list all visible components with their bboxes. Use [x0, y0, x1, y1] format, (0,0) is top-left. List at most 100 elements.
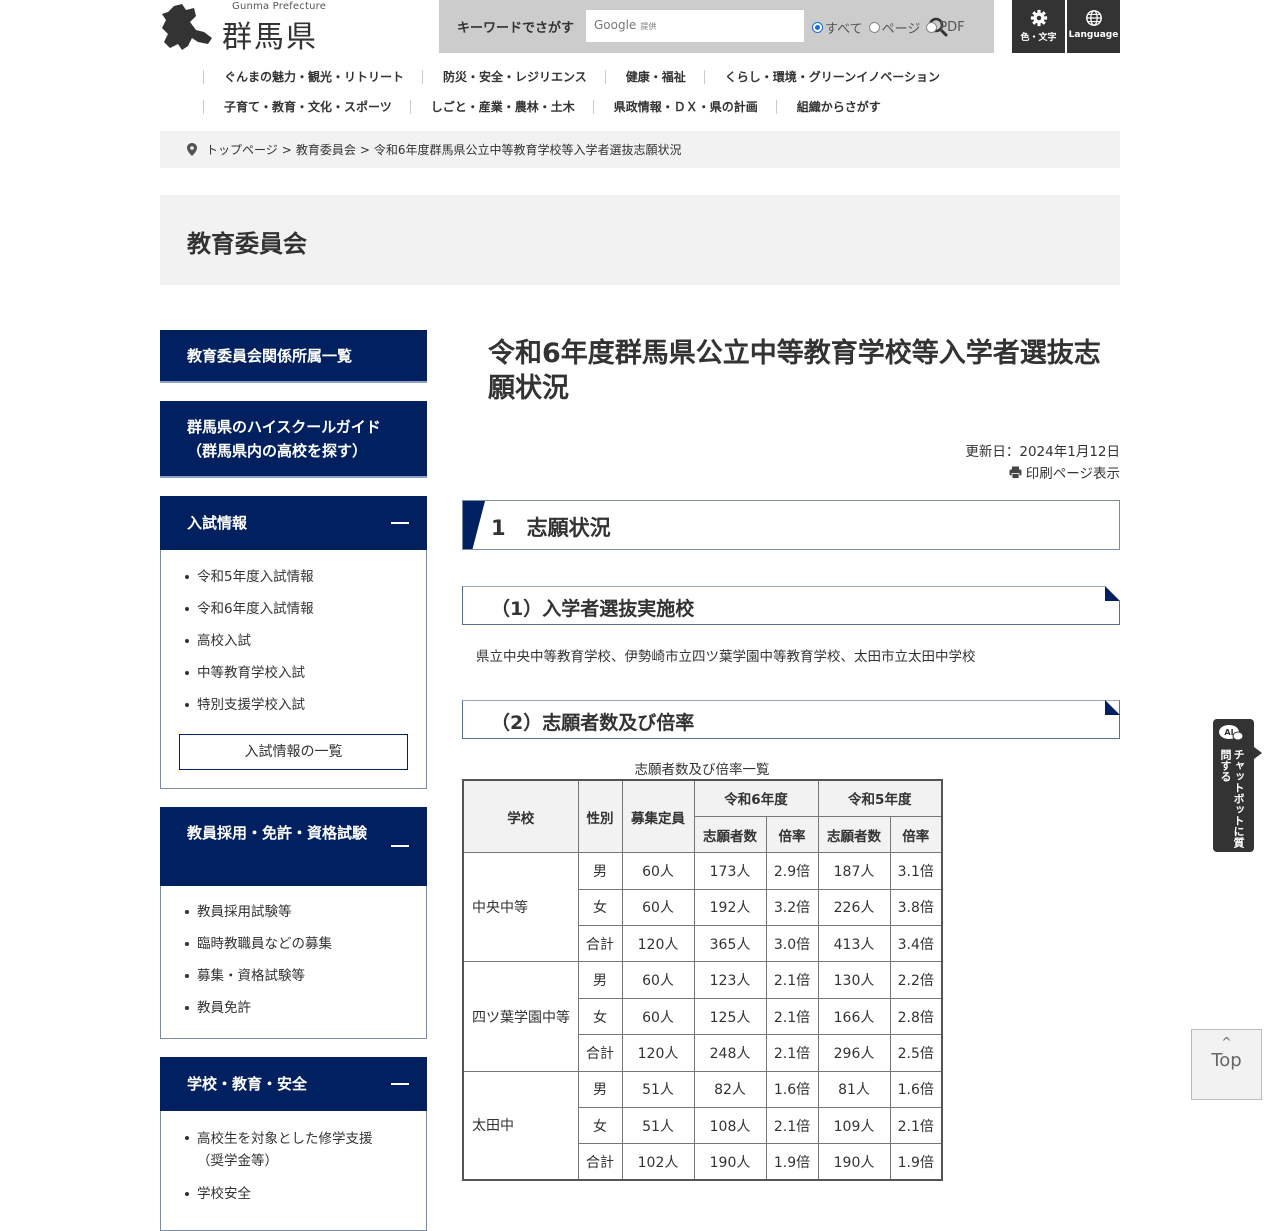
- breadcrumb-top[interactable]: トップページ: [206, 143, 278, 157]
- applicants-table: 学校 性別 募集定員 令和6年度 令和5年度 志願者数 倍率 志願者数 倍率 中…: [462, 779, 943, 1182]
- r5-ratio-cell: 2.1倍: [889, 1107, 943, 1145]
- r5-app-cell: 81人: [817, 1070, 891, 1109]
- gnav-item[interactable]: 防災・安全・レジリエンス: [422, 70, 605, 84]
- capacity-cell: 60人: [621, 852, 695, 890]
- r6-app-cell: 125人: [693, 997, 767, 1036]
- printer-icon: [1009, 466, 1022, 479]
- sidebar-item[interactable]: 高校生を対象とした修学支援（奨学金等）: [161, 1128, 396, 1172]
- th-gender: 性別: [577, 779, 623, 854]
- capacity-cell: 60人: [621, 961, 695, 999]
- r5-ratio-cell: 3.8倍: [889, 888, 943, 927]
- corner-accent: [1105, 700, 1120, 715]
- gnav-item[interactable]: 子育て・教育・文化・スポーツ: [203, 100, 410, 114]
- search-area: キーワードでさがす Google 提供 すべて ページ PDF: [439, 0, 994, 53]
- sidebar-item[interactable]: 令和5年度入試情報: [161, 567, 426, 587]
- th-r6: 令和6年度: [693, 779, 819, 817]
- capacity-cell: 51人: [621, 1070, 695, 1109]
- search-input[interactable]: Google 提供: [586, 10, 948, 42]
- language-button[interactable]: Language: [1067, 0, 1120, 53]
- r5-ratio-cell: 2.5倍: [889, 1034, 943, 1072]
- sidebar-section-school-body: 高校生を対象とした修学支援（奨学金等） 学校安全: [160, 1111, 427, 1231]
- sidebar-link-affiliates[interactable]: 教育委員会関係所属一覧: [160, 330, 427, 383]
- r6-ratio-cell: 2.1倍: [765, 997, 819, 1036]
- exam-info-list-button[interactable]: 入試情報の一覧: [179, 734, 408, 770]
- th-r5: 令和5年度: [817, 779, 943, 817]
- r6-ratio-cell: 2.9倍: [765, 852, 819, 890]
- gender-cell: 合計: [577, 1143, 623, 1181]
- corner-accent: [1105, 586, 1120, 601]
- radio-pdf[interactable]: PDF: [926, 20, 965, 35]
- table-row: 太田中男 51人 82人 1.6倍 81人 1.6倍: [462, 1070, 943, 1181]
- sidebar-item[interactable]: 学校安全: [161, 1184, 396, 1204]
- table-row: 中央中等男 60人 173人 2.9倍 187人 3.1倍: [462, 852, 943, 963]
- capacity-cell: 120人: [621, 1034, 695, 1072]
- sidebar-section-school-header[interactable]: 学校・教育・安全: [160, 1057, 427, 1111]
- gnav-item[interactable]: 県政情報・ＤＸ・県の計画: [592, 100, 776, 114]
- collapse-icon[interactable]: [391, 1083, 409, 1085]
- sidebar-item[interactable]: 募集・資格試験等: [161, 966, 426, 986]
- gnav-item[interactable]: 組織からさがす: [775, 100, 899, 114]
- chat-bubble-icon: AI: [1219, 725, 1244, 741]
- collapse-icon[interactable]: [391, 845, 409, 847]
- gnav-item[interactable]: ぐんまの魅力・観光・リトリート: [203, 70, 422, 84]
- sidebar-item[interactable]: 臨時教職員などの募集: [161, 934, 426, 954]
- r5-ratio-cell: 1.6倍: [889, 1070, 943, 1109]
- r5-app-cell: 130人: [817, 961, 891, 999]
- th-school: 学校: [462, 779, 579, 854]
- r6-ratio-cell: 3.2倍: [765, 888, 819, 927]
- search-label: キーワードでさがす: [457, 21, 575, 36]
- sidebar-item[interactable]: 教員免許: [161, 998, 426, 1018]
- th-r5-applicants: 志願者数: [817, 815, 891, 854]
- page-title: 令和6年度群馬県公立中等教育学校等入学者選抜志願状況: [488, 338, 1101, 404]
- sidebar-item[interactable]: 令和6年度入試情報: [161, 599, 426, 619]
- sidebar-item[interactable]: 特別支援学校入試: [161, 695, 426, 715]
- r6-ratio-cell: 3.0倍: [765, 925, 819, 963]
- gnav-item[interactable]: くらし・環境・グリーンイノベーション: [703, 70, 958, 84]
- sidebar-item[interactable]: 中等教育学校入試: [161, 663, 426, 683]
- back-to-top-button[interactable]: ^ Top: [1191, 1029, 1262, 1100]
- updated-date: 更新日：2024年1月12日: [965, 444, 1120, 460]
- radio-all[interactable]: すべて: [812, 18, 863, 37]
- r5-ratio-cell: 3.4倍: [889, 925, 943, 963]
- sidebar-section-exam-info-body: 令和5年度入試情報 令和6年度入試情報 高校入試 中等教育学校入試 特別支援学校…: [160, 550, 427, 789]
- r6-ratio-cell: 2.1倍: [765, 961, 819, 999]
- logo-japanese: 群馬県: [222, 20, 318, 55]
- sidebar-section-teacher-header[interactable]: 教員採用・免許・資格試験: [160, 807, 427, 886]
- collapse-icon[interactable]: [391, 522, 409, 524]
- print-page-link[interactable]: 印刷ページ表示: [1009, 462, 1120, 482]
- gnav-item[interactable]: 健康・福祉: [604, 70, 704, 84]
- color-text-button[interactable]: 色・文字: [1012, 0, 1065, 53]
- sidebar-item[interactable]: 教員採用試験等: [161, 902, 426, 922]
- r5-app-cell: 187人: [817, 852, 891, 890]
- chatbot-label: チャットボットに質問する: [1219, 749, 1245, 848]
- school-name-cell: 中央中等: [462, 852, 579, 963]
- breadcrumb-board[interactable]: 教育委員会: [296, 143, 356, 157]
- sidebar-section-exam-info-header[interactable]: 入試情報: [160, 496, 427, 550]
- gender-cell: 女: [577, 888, 623, 927]
- breadcrumb-current: 令和6年度群馬県公立中等教育学校等入学者選抜志願状況: [373, 143, 682, 157]
- subsection-heading-schools: （1）入学者選抜実施校: [462, 586, 1120, 625]
- breadcrumb: トップページ > 教育委員会 > 令和6年度群馬県公立中等教育学校等入学者選抜志願状況: [160, 131, 1120, 168]
- r5-app-cell: 166人: [817, 997, 891, 1036]
- school-name-cell: 太田中: [462, 1070, 579, 1181]
- r6-app-cell: 82人: [693, 1070, 767, 1109]
- sidebar-item[interactable]: 高校入試: [161, 631, 426, 651]
- site-logo[interactable]: Gunma Prefecture 群馬県: [160, 0, 340, 56]
- r5-ratio-cell: 1.9倍: [889, 1143, 943, 1181]
- radio-page[interactable]: ページ: [868, 18, 920, 37]
- section-heading-1: 1 志願状況: [462, 500, 1120, 550]
- r6-ratio-cell: 2.1倍: [765, 1107, 819, 1145]
- location-pin-icon: [187, 143, 197, 156]
- gender-cell: 女: [577, 997, 623, 1036]
- gear-icon: [1030, 9, 1047, 27]
- table-row: 四ツ葉学園中等男 60人 123人 2.1倍 130人 2.2倍: [462, 961, 943, 1072]
- th-r5-ratio: 倍率: [889, 815, 943, 854]
- th-capacity: 募集定員: [621, 779, 695, 854]
- gender-cell: 男: [577, 961, 623, 999]
- r5-app-cell: 109人: [817, 1107, 891, 1145]
- capacity-cell: 60人: [621, 997, 695, 1036]
- sidebar-link-highschool-guide[interactable]: 群馬県のハイスクールガイド（群馬県内の高校を探す）: [160, 401, 427, 478]
- gnav-item[interactable]: しごと・産業・農林・土木: [409, 100, 593, 114]
- chatbot-button[interactable]: AI チャットボットに質問する: [1213, 719, 1262, 852]
- r6-app-cell: 173人: [693, 852, 767, 890]
